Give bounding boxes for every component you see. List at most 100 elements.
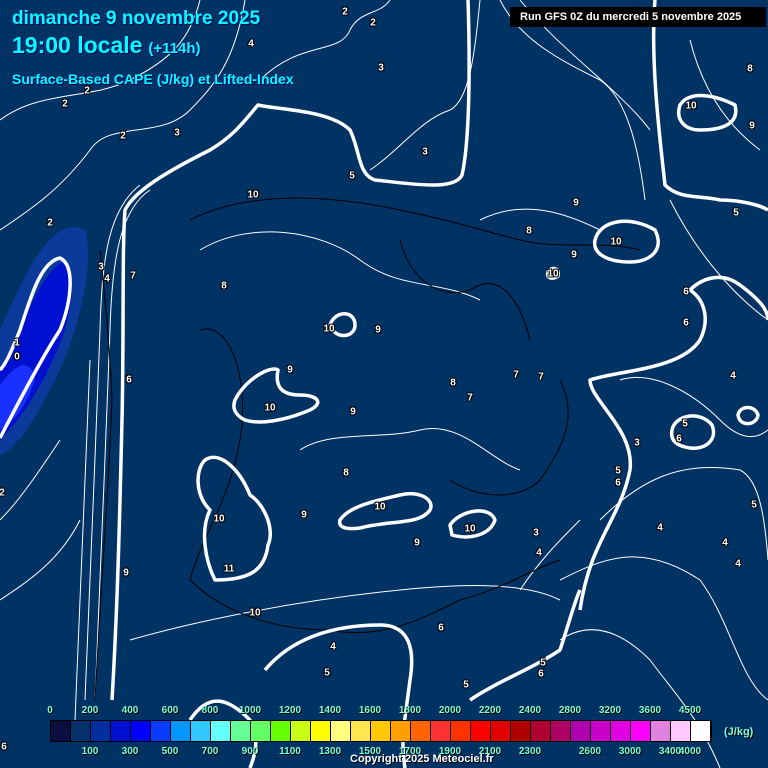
lead-time: (+114h) bbox=[148, 40, 201, 57]
legend-label: 2300 bbox=[518, 746, 542, 757]
legend-swatch bbox=[291, 721, 311, 741]
lifted-index-label: 4 bbox=[248, 38, 254, 50]
legend-label: 100 bbox=[81, 746, 99, 757]
lifted-index-label: 9 bbox=[749, 120, 755, 132]
legend-swatch bbox=[251, 721, 271, 741]
lifted-index-label: 9 bbox=[301, 509, 307, 521]
lifted-index-label: 4 bbox=[330, 641, 336, 653]
lifted-index-label: 1 bbox=[14, 337, 20, 349]
copyright: Copyright 2025 Meteociel.fr bbox=[350, 753, 494, 765]
lifted-index-label: 9 bbox=[573, 197, 579, 209]
lifted-index-label: 2 bbox=[47, 217, 53, 229]
lifted-index-label: 10 bbox=[213, 513, 225, 525]
legend-swatch bbox=[351, 721, 371, 741]
legend-label: 4000 bbox=[678, 746, 702, 757]
legend-swatch bbox=[511, 721, 531, 741]
lifted-index-label: 8 bbox=[343, 467, 349, 479]
legend-label: 3600 bbox=[638, 705, 662, 716]
lifted-index-label: 5 bbox=[733, 207, 739, 219]
lifted-index-label: 7 bbox=[467, 392, 473, 404]
li-contour-east bbox=[651, 0, 768, 212]
legend-swatch bbox=[631, 721, 651, 741]
legend-swatch bbox=[471, 721, 491, 741]
legend-swatch bbox=[451, 721, 471, 741]
li-contour-10a bbox=[593, 219, 660, 264]
lifted-index-label: 2 bbox=[84, 85, 90, 97]
lifted-index-label: 5 bbox=[349, 170, 355, 182]
legend-swatch bbox=[571, 721, 591, 741]
legend-label: 0 bbox=[47, 705, 53, 716]
cape-fill bbox=[0, 227, 89, 455]
legend-swatch bbox=[71, 721, 91, 741]
legend-swatch bbox=[131, 721, 151, 741]
forecast-date: dimanche 9 novembre 2025 bbox=[12, 8, 261, 29]
lifted-index-label: 8 bbox=[747, 63, 753, 75]
lifted-index-label: 5 bbox=[682, 418, 688, 430]
lifted-index-label: 3 bbox=[634, 437, 640, 449]
cape-legend-bar bbox=[50, 720, 712, 742]
legend-label: 1400 bbox=[318, 705, 342, 716]
lifted-index-label: 6 bbox=[683, 317, 689, 329]
lifted-index-label: 8 bbox=[526, 225, 532, 237]
legend-label: 4500 bbox=[678, 705, 702, 716]
legend-label: 3000 bbox=[618, 746, 642, 757]
legend-label: 800 bbox=[201, 705, 219, 716]
legend-swatch bbox=[611, 721, 631, 741]
lifted-index-label: 0 bbox=[14, 351, 20, 363]
legend-label: 400 bbox=[121, 705, 139, 716]
legend-swatch bbox=[331, 721, 351, 741]
legend-swatch bbox=[111, 721, 131, 741]
lifted-index-label: 7 bbox=[513, 369, 519, 381]
parameter-title: Surface-Based CAPE (J/kg) et Lifted-Inde… bbox=[12, 71, 294, 87]
legend-label: 2200 bbox=[478, 705, 502, 716]
lifted-index-label: 3 bbox=[422, 146, 428, 158]
li-contour-10c bbox=[232, 367, 320, 424]
legend-label: 500 bbox=[161, 746, 179, 757]
lifted-index-label: 2 bbox=[342, 6, 348, 18]
lifted-index-label: 6 bbox=[615, 477, 621, 489]
li-contour-ring2 bbox=[736, 405, 760, 426]
legend-swatch bbox=[91, 721, 111, 741]
legend-swatch bbox=[391, 721, 411, 741]
forecast-local-time: 19:00 locale (+114h) bbox=[12, 32, 201, 59]
lifted-index-label: 3 bbox=[98, 261, 104, 273]
legend-swatch bbox=[151, 721, 171, 741]
lifted-index-label: 4 bbox=[657, 522, 663, 534]
legend-label: 3200 bbox=[598, 705, 622, 716]
legend-label: 3400 bbox=[658, 746, 682, 757]
lifted-index-label: 9 bbox=[287, 364, 293, 376]
lifted-index-label: 10 bbox=[547, 268, 559, 280]
legend-label: 1300 bbox=[318, 746, 342, 757]
lifted-index-label: 10 bbox=[374, 501, 386, 513]
lifted-index-label: 10 bbox=[323, 323, 335, 335]
lifted-index-label: 9 bbox=[414, 537, 420, 549]
lifted-index-label: 5 bbox=[615, 465, 621, 477]
lifted-index-label: 10 bbox=[247, 189, 259, 201]
lifted-index-label: 9 bbox=[350, 406, 356, 418]
legend-label: 1100 bbox=[279, 746, 301, 757]
legend-label: 300 bbox=[121, 746, 139, 757]
lifted-index-label: 6 bbox=[126, 374, 132, 386]
lifted-index-label: 6 bbox=[676, 433, 682, 445]
lifted-index-label: 10 bbox=[264, 402, 276, 414]
weather-map: dimanche 9 novembre 2025 19:00 locale (+1… bbox=[0, 0, 768, 768]
lifted-index-label: 4 bbox=[536, 547, 542, 559]
legend-swatch bbox=[431, 721, 451, 741]
lifted-index-label: 8 bbox=[221, 280, 227, 292]
legend-swatch bbox=[51, 721, 71, 741]
lifted-index-label: 3 bbox=[174, 127, 180, 139]
lifted-index-label: 6 bbox=[438, 622, 444, 634]
legend-swatch bbox=[171, 721, 191, 741]
lifted-index-label: 2 bbox=[62, 98, 68, 110]
lifted-index-label: 7 bbox=[130, 270, 136, 282]
legend-swatch bbox=[531, 721, 551, 741]
legend-swatch bbox=[691, 721, 711, 741]
lifted-index-label: 4 bbox=[722, 537, 728, 549]
legend-label: 2600 bbox=[578, 746, 602, 757]
lifted-index-label: 6 bbox=[1, 741, 7, 753]
legend-label: 600 bbox=[161, 705, 179, 716]
legend-label: 2400 bbox=[518, 705, 542, 716]
local-time-text: 19:00 locale bbox=[12, 32, 143, 58]
legend-swatch bbox=[671, 721, 691, 741]
lifted-index-label: 6 bbox=[683, 286, 689, 298]
